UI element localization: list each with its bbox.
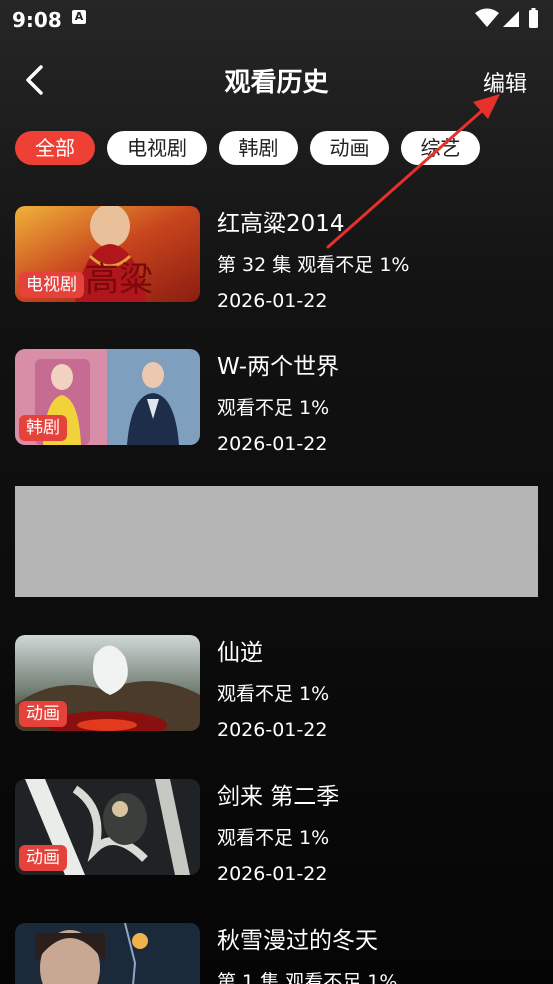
svg-text:高粱: 高粱 [85,260,153,300]
category-badge: 动画 [19,701,67,727]
status-icons [475,8,538,28]
thumbnail-image: 韩剧 [15,349,200,445]
tab-variety[interactable]: 综艺 [401,131,480,165]
item-date: 2026-01-22 [217,863,328,885]
history-item[interactable]: 秋雪漫过的冬天 第 1 集 观看不足 1% [15,921,540,984]
thumbnail-image: 动画 [15,635,200,731]
item-progress: 观看不足 1% [217,683,330,705]
item-progress: 观看不足 1% [217,397,330,419]
history-item[interactable]: 高粱 电视剧 红高粱2014 第 32 集 观看不足 1% 2026-01-22 [15,204,540,319]
history-item[interactable]: 动画 剑来 第二季 观看不足 1% 2026-01-22 [15,777,540,892]
thumbnail-image: 动画 [15,779,200,875]
tab-korean-drama[interactable]: 韩剧 [219,131,298,165]
page-title: 观看历史 [224,68,329,98]
item-title: W-两个世界 [217,354,340,380]
item-title: 仙逆 [217,640,263,666]
thumbnail-image: 高粱 电视剧 [15,206,200,302]
category-badge: 动画 [19,845,67,871]
item-date: 2026-01-22 [217,433,328,455]
item-title: 秋雪漫过的冬天 [217,928,378,954]
battery-icon [529,10,538,28]
tab-all[interactable]: 全部 [15,131,95,165]
edit-button[interactable]: 编辑 [483,66,527,98]
item-progress: 第 1 集 观看不足 1% [217,971,398,984]
top-bar: 观看历史 编辑 [0,48,553,112]
item-title: 剑来 第二季 [217,784,340,810]
item-progress: 观看不足 1% [217,827,330,849]
wifi-icon [475,8,499,27]
tab-tv-series[interactable]: 电视剧 [107,131,207,165]
tab-animation[interactable]: 动画 [310,131,389,165]
history-item[interactable]: 动画 仙逆 观看不足 1% 2026-01-22 [15,633,540,748]
status-time: 9:08 [12,8,62,32]
notification-a-icon: A [72,10,86,24]
item-title: 红高粱2014 [217,211,345,237]
signal-icon [503,11,519,27]
category-badge: 电视剧 [19,272,84,298]
status-bar: 9:08 A [0,0,553,40]
item-date: 2026-01-22 [217,290,328,312]
ad-placeholder [15,486,538,597]
item-progress: 第 32 集 观看不足 1% [217,254,410,276]
item-date: 2026-01-22 [217,719,328,741]
thumbnail-image [15,923,200,984]
category-badge: 韩剧 [19,415,67,441]
history-item[interactable]: 韩剧 W-两个世界 观看不足 1% 2026-01-22 [15,347,540,462]
